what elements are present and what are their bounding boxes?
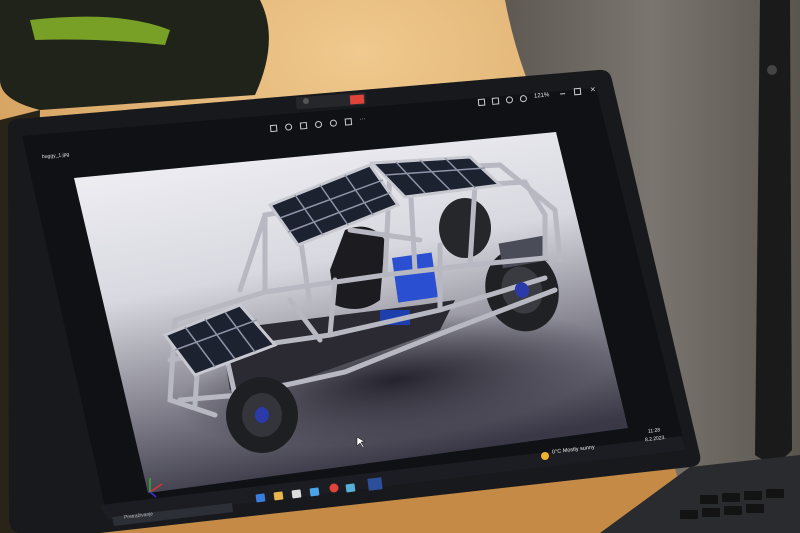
favorite-icon[interactable] bbox=[314, 120, 323, 129]
info-icon[interactable] bbox=[329, 119, 338, 127]
record-indicator bbox=[349, 94, 365, 105]
more-icon[interactable]: ··· bbox=[359, 116, 366, 124]
minimize-icon[interactable] bbox=[560, 93, 566, 95]
maximize-icon[interactable] bbox=[573, 87, 582, 96]
delete-icon[interactable] bbox=[299, 121, 308, 130]
rotate-icon[interactable] bbox=[284, 123, 293, 131]
zoom-out-icon[interactable] bbox=[519, 94, 528, 103]
edit-icon[interactable] bbox=[269, 124, 278, 133]
expand-icon[interactable] bbox=[477, 98, 486, 107]
fit-icon[interactable] bbox=[491, 97, 500, 105]
close-icon[interactable]: ✕ bbox=[590, 85, 597, 93]
weather-icon bbox=[541, 452, 549, 460]
chair bbox=[0, 0, 269, 110]
share-icon[interactable] bbox=[344, 118, 353, 126]
photo-scene bbox=[0, 0, 800, 533]
zoom-in-icon[interactable] bbox=[505, 96, 514, 104]
